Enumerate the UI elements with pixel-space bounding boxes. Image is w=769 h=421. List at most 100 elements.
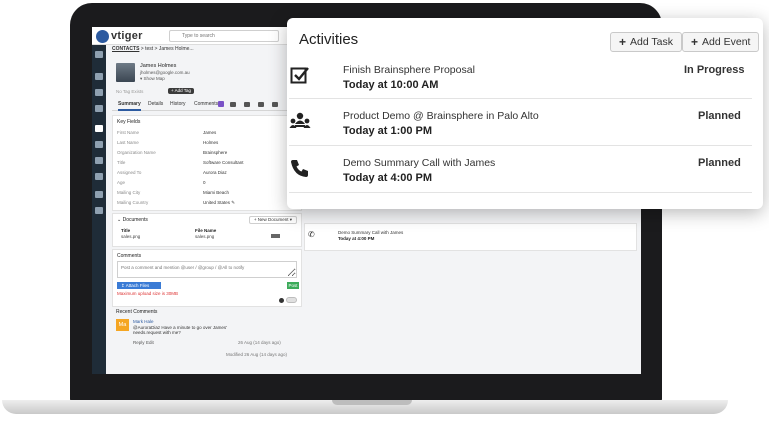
tab-history[interactable]: History bbox=[170, 101, 186, 107]
activity-time: Today at 10:00 AM bbox=[343, 79, 439, 91]
key-fields-card: Key Fields First Name James Last Name Ho… bbox=[112, 115, 302, 211]
field-row: Mailing City Miami Beach bbox=[117, 190, 297, 199]
internal-comment-toggle[interactable] bbox=[286, 297, 297, 303]
global-search-input[interactable] bbox=[169, 30, 279, 42]
projects-icon[interactable] bbox=[95, 157, 103, 164]
record-tabs: Summary Details History Comments bbox=[112, 99, 302, 111]
comment-date: 26 Aug (14 days ago) bbox=[238, 340, 281, 345]
campaigns-icon[interactable] bbox=[95, 105, 103, 112]
logo-text: vtiger bbox=[111, 30, 143, 42]
field-row: First Name James bbox=[117, 130, 297, 139]
comment-author[interactable]: Mark Hale bbox=[133, 319, 154, 324]
activities-tab-icon[interactable] bbox=[230, 102, 236, 107]
more-tab-icon[interactable] bbox=[272, 102, 278, 107]
tab-summary[interactable]: Summary bbox=[118, 101, 141, 111]
divider bbox=[289, 98, 752, 99]
activity-status: Planned bbox=[698, 157, 741, 169]
comment-text-continued: needs.request with me? bbox=[133, 330, 181, 335]
marketing-icon[interactable] bbox=[95, 73, 103, 80]
activities-title: Activities bbox=[299, 31, 359, 48]
activity-row[interactable]: Finish Brainsphere Proposal Today at 10:… bbox=[287, 64, 763, 111]
no-tags-text: No Tag Exists bbox=[116, 89, 144, 94]
reply-link[interactable]: Reply bbox=[133, 340, 145, 345]
email-tab-icon[interactable] bbox=[258, 102, 264, 107]
recent-comments: Recent Comments Ma Mark Hale @AuroraDiaz… bbox=[112, 309, 302, 365]
activity-time: Today at 4:00 PM bbox=[343, 172, 433, 184]
field-label: Organization Name bbox=[117, 150, 156, 155]
plus-icon: + bbox=[619, 35, 627, 49]
app-sidebar bbox=[92, 45, 106, 374]
activity-title: Finish Brainsphere Proposal bbox=[343, 64, 475, 76]
home-icon[interactable] bbox=[95, 51, 103, 58]
contact-email[interactable]: jholmes@google.com.au bbox=[140, 70, 190, 75]
field-row: Organization Name Brainsphere bbox=[117, 150, 297, 159]
documents-card: ⌄ Documents + New Document ▾ Title File … bbox=[112, 213, 302, 247]
recent-comments-title: Recent Comments bbox=[116, 309, 158, 315]
new-document-button[interactable]: + New Document ▾ bbox=[249, 216, 297, 224]
field-row: Mailing Country United States ✎ bbox=[117, 200, 297, 209]
activities-popup: Activities + Add Task + Add Event Finish… bbox=[287, 18, 763, 209]
field-label: Mailing City bbox=[117, 190, 141, 195]
background-activity-time: Today at 4:00 PM bbox=[338, 236, 375, 241]
field-value[interactable]: 0 bbox=[203, 180, 206, 185]
field-value[interactable]: Software Consultant bbox=[203, 160, 244, 165]
tab-details[interactable]: Details bbox=[148, 101, 163, 107]
divider bbox=[289, 192, 752, 193]
field-label: Assigned To bbox=[117, 170, 142, 175]
contact-name: James Holmes bbox=[140, 63, 177, 69]
vtiger-logo[interactable]: vtiger bbox=[96, 29, 143, 43]
add-tag-button[interactable]: + Add Tag bbox=[168, 88, 195, 94]
breadcrumb-path: > test > James Holme... bbox=[139, 46, 194, 52]
field-value[interactable]: Brainsphere bbox=[203, 150, 227, 155]
edit-link[interactable]: Edit bbox=[146, 340, 154, 345]
tab-comments[interactable]: Comments bbox=[194, 101, 218, 107]
checkbox-icon bbox=[289, 64, 311, 86]
breadcrumb-module-link[interactable]: CONTACTS bbox=[112, 46, 139, 52]
background-activity-row[interactable]: ✆ Demo Summary Call with James Today at … bbox=[304, 223, 637, 251]
documents-title[interactable]: ⌄ Documents bbox=[117, 217, 148, 223]
help-icon[interactable] bbox=[279, 298, 284, 303]
field-row: Title Software Consultant bbox=[117, 160, 297, 169]
sales-icon[interactable] bbox=[95, 89, 103, 96]
tools-icon[interactable] bbox=[95, 191, 103, 198]
post-comment-button[interactable]: Post bbox=[287, 282, 299, 289]
show-map-link[interactable]: ▾ Show Map bbox=[140, 76, 165, 82]
upload-limit-note: Maximum upload size is 30MB bbox=[117, 291, 179, 296]
document-file[interactable]: sales.png bbox=[195, 234, 214, 239]
inventory-icon[interactable] bbox=[95, 173, 103, 180]
field-value[interactable]: Holmes bbox=[203, 140, 218, 145]
comment-input[interactable] bbox=[117, 261, 297, 278]
add-task-label: Add Task bbox=[630, 36, 674, 48]
field-label: Mailing Country bbox=[117, 200, 149, 205]
comments-card: Comments ↥ Attach Files Post Maximum upl… bbox=[112, 249, 302, 307]
document-actions-icon[interactable] bbox=[271, 234, 280, 238]
add-event-label: Add Event bbox=[702, 36, 751, 48]
support-icon[interactable] bbox=[95, 141, 103, 148]
field-value[interactable]: Miami Beach bbox=[203, 190, 229, 195]
activity-row[interactable]: Demo Summary Call with James Today at 4:… bbox=[287, 157, 763, 204]
documents-col-title: Title bbox=[121, 228, 131, 233]
add-event-button[interactable]: + Add Event bbox=[682, 32, 760, 52]
contact-photo bbox=[116, 63, 135, 82]
avatar: Ma bbox=[116, 319, 129, 331]
field-row: Last Name Holmes bbox=[117, 140, 297, 149]
field-value[interactable]: Aurora Diaz bbox=[203, 170, 227, 175]
divider bbox=[289, 145, 752, 146]
calendar-tab-icon[interactable] bbox=[244, 102, 250, 107]
breadcrumb: CONTACTS > test > James Holme... bbox=[112, 46, 194, 52]
contacts-icon[interactable] bbox=[95, 125, 103, 132]
activity-row[interactable]: Product Demo @ Brainsphere in Palo Alto … bbox=[287, 110, 763, 157]
activity-status: Planned bbox=[698, 110, 741, 122]
reports-icon[interactable] bbox=[95, 207, 103, 214]
field-value[interactable]: United States ✎ bbox=[203, 200, 235, 206]
activity-title: Demo Summary Call with James bbox=[343, 157, 496, 169]
document-title[interactable]: sales.png bbox=[121, 234, 140, 239]
group-meeting-icon bbox=[289, 110, 311, 132]
field-label: Age bbox=[117, 180, 126, 185]
attach-files-button[interactable]: ↥ Attach Files bbox=[117, 282, 161, 289]
field-value[interactable]: James bbox=[203, 130, 216, 135]
add-task-button[interactable]: + Add Task bbox=[610, 32, 683, 52]
logo-mark-icon bbox=[96, 29, 109, 43]
background-activity-title: Demo Summary Call with James bbox=[338, 230, 404, 235]
field-label: First Name bbox=[117, 130, 140, 135]
